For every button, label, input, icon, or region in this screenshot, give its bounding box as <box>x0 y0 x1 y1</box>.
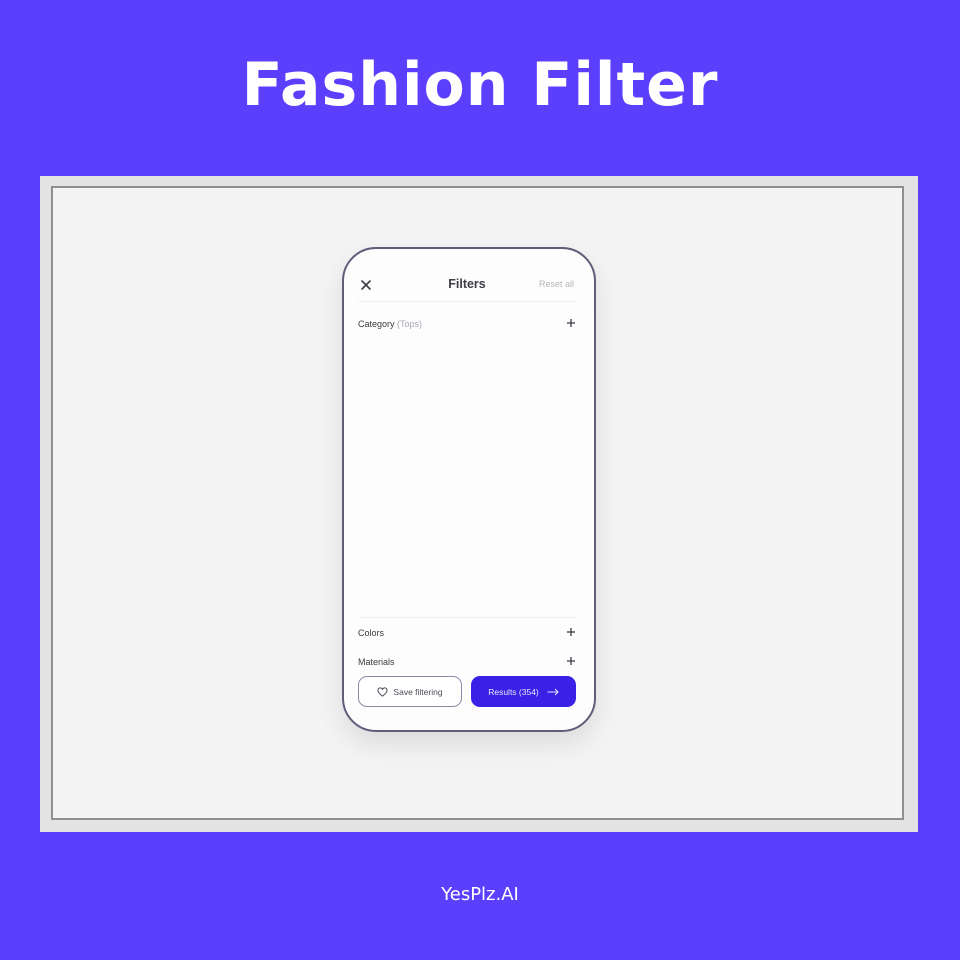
page-headline: Fashion Filter <box>241 50 719 120</box>
reset-all-link[interactable]: Reset all <box>539 279 574 289</box>
category-label: Category <box>358 319 395 329</box>
category-label-group: Category (Tops) <box>358 319 422 329</box>
filter-row-category[interactable]: Category (Tops) <box>358 316 576 334</box>
results-label: Results (354) <box>488 686 539 697</box>
results-button[interactable]: Results (354) <box>471 676 576 707</box>
plus-icon[interactable] <box>566 656 576 666</box>
section-divider <box>358 617 576 618</box>
category-value: (Tops) <box>397 319 423 329</box>
materials-label: Materials <box>358 657 395 667</box>
plus-icon[interactable] <box>566 627 576 637</box>
save-filtering-button[interactable]: Save filtering <box>358 676 462 707</box>
filter-row-colors[interactable]: Colors <box>358 625 576 643</box>
colors-label: Colors <box>358 628 385 638</box>
plus-icon[interactable] <box>566 318 576 328</box>
heart-icon <box>377 686 388 697</box>
header-divider <box>358 301 576 302</box>
save-filtering-label: Save filtering <box>393 686 443 697</box>
arrow-right-icon <box>547 688 559 695</box>
brand-footer: YesPlz.AI <box>441 884 519 905</box>
filter-header: Filters Reset all <box>360 277 574 297</box>
phone-mockup: Filters Reset all Category (Tops) Colors… <box>342 247 596 732</box>
filter-row-materials[interactable]: Materials <box>358 654 576 672</box>
